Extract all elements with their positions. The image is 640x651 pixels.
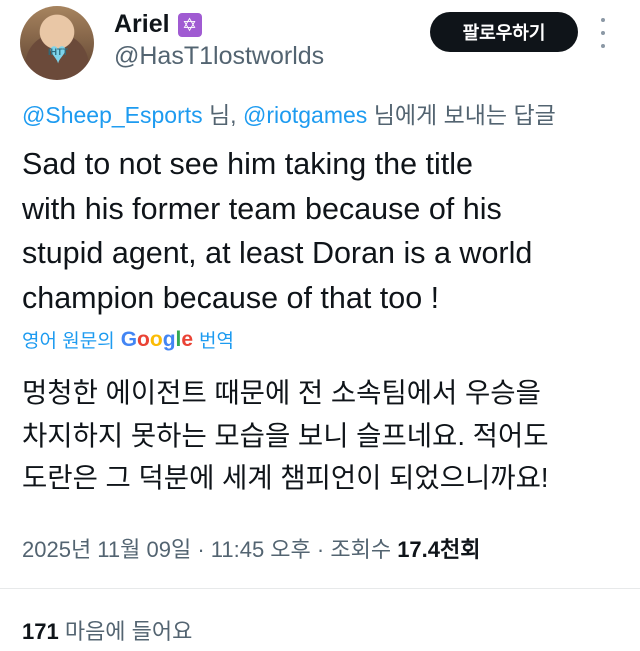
reply-context: @Sheep_Esports 님, @riotgames 님에게 보내는 답글 (22, 96, 556, 130)
tweet-time[interactable]: 11:45 오후 (211, 537, 311, 562)
translation-prefix: 영어 원문의 (22, 331, 115, 352)
translated-line: 멍청한 에이전트 때문에 전 소속팀에서 우승을 (22, 377, 541, 408)
avatar-heart-text: IHTT (48, 47, 68, 57)
tweet-line: Sad to not see him taking the title (22, 147, 473, 181)
likes-label: 마음에 들어요 (58, 619, 193, 644)
meta-separator: · (310, 537, 331, 562)
translation-attribution[interactable]: 영어 원문의 Google 번역 (22, 326, 234, 353)
mention-link[interactable]: @riotgames (243, 102, 367, 128)
meta-separator: · (191, 537, 211, 562)
avatar[interactable]: ♥ IHTT (20, 6, 94, 80)
user-name[interactable]: Ariel (114, 10, 170, 39)
tweet-line: champion because of that too ! (22, 280, 440, 315)
translated-line: 도란은 그 덕분에 세계 챔피언이 되었으니까요! (22, 462, 549, 493)
translated-text: 멍청한 에이전트 때문에 전 소속팀에서 우승을 차지하지 못하는 모습을 보니… (22, 372, 632, 500)
star-of-david-icon: ✡ (177, 12, 202, 37)
user-handle[interactable]: @HasT1lostworlds (114, 42, 324, 71)
tweet-line: with his former team because of his (22, 191, 502, 226)
user-name-row: Ariel ✡ (114, 10, 202, 39)
views-count: 17.4천회 (397, 537, 481, 562)
likes-stat[interactable]: 171 마음에 들어요 (22, 614, 192, 646)
follow-button[interactable]: 팔로우하기 (430, 12, 578, 52)
mention-link[interactable]: @Sheep_Esports (22, 102, 203, 128)
tweet-line: stupid agent, at least Doran is a world (22, 236, 533, 270)
translated-line: 차지하지 못하는 모습을 보니 슬프네요. 적어도 (22, 419, 549, 451)
more-vertical-icon[interactable] (596, 18, 610, 48)
google-logo: Google (120, 327, 194, 351)
divider (0, 588, 640, 589)
tweet-date[interactable]: 2025년 11월 09일 (22, 537, 191, 562)
tweet-text: Sad to not see him taking the title with… (22, 142, 622, 320)
translation-suffix: 번역 (199, 331, 235, 352)
likes-count: 171 (22, 619, 59, 644)
tweet-meta: 2025년 11월 09일 · 11:45 오후 · 조회수 17.4천회 (22, 532, 481, 564)
views-label: 조회수 (330, 537, 398, 562)
reply-suffix: 님에게 보내는 답글 (367, 102, 556, 128)
reply-separator: 님, (202, 102, 243, 128)
